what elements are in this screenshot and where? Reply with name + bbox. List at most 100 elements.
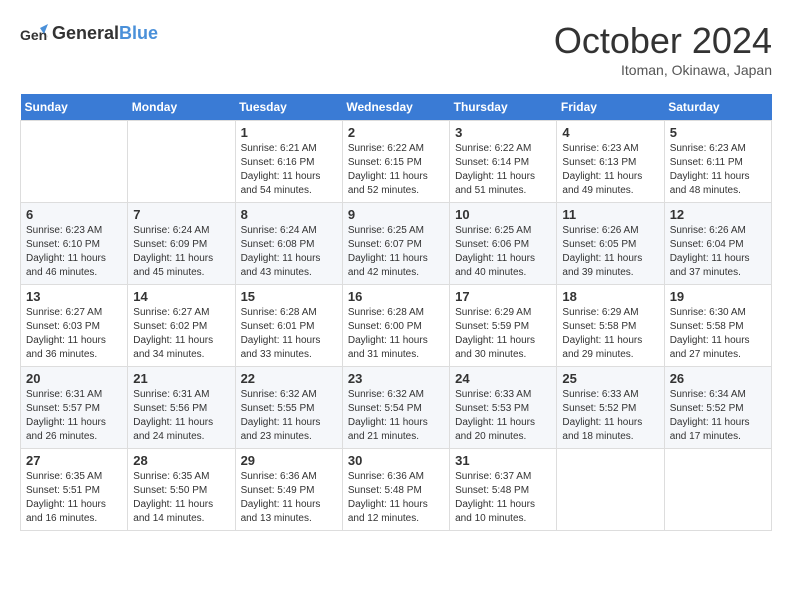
calendar-day-13: 13 Sunrise: 6:27 AM Sunset: 6:03 PM Dayli… (21, 285, 128, 367)
day-info: Sunrise: 6:37 AM Sunset: 5:48 PM Dayligh… (455, 470, 551, 526)
day-number: 11 (562, 207, 658, 222)
calendar-day-18: 18 Sunrise: 6:29 AM Sunset: 5:58 PM Dayli… (557, 285, 664, 367)
calendar-day-3: 3 Sunrise: 6:22 AM Sunset: 6:14 PM Daylig… (450, 121, 557, 203)
day-number: 28 (133, 453, 229, 468)
calendar-day-24: 24Sunrise: 6:33 AM Sunset: 5:53 PM Dayli… (450, 367, 557, 449)
calendar-day-17: 17Sunrise: 6:29 AM Sunset: 5:59 PM Dayli… (450, 285, 557, 367)
day-number: 3 (455, 125, 551, 140)
day-info: Sunrise: 6:32 AM Sunset: 5:55 PM Dayligh… (241, 388, 337, 444)
day-info: Sunrise: 6:31 AM Sunset: 5:56 PM Dayligh… (133, 388, 229, 444)
day-info: Sunrise: 6:36 AM Sunset: 5:49 PM Dayligh… (241, 470, 337, 526)
day-number: 12 (670, 207, 766, 222)
weekday-header-wednesday: Wednesday (342, 94, 449, 121)
calendar-day-4: 4 Sunrise: 6:23 AM Sunset: 6:13 PM Daylig… (557, 121, 664, 203)
calendar-week-4: 20 Sunrise: 6:31 AM Sunset: 5:57 PM Dayli… (21, 367, 772, 449)
calendar-day-21: 21Sunrise: 6:31 AM Sunset: 5:56 PM Dayli… (128, 367, 235, 449)
calendar-day-5: 5Sunrise: 6:23 AM Sunset: 6:11 PM Daylig… (664, 121, 771, 203)
day-number: 19 (670, 289, 766, 304)
calendar-day-7: 7 Sunrise: 6:24 AM Sunset: 6:09 PM Daylig… (128, 203, 235, 285)
calendar-day-6: 6 Sunrise: 6:23 AM Sunset: 6:10 PM Daylig… (21, 203, 128, 285)
calendar-table: SundayMondayTuesdayWednesdayThursdayFrid… (20, 94, 772, 531)
day-info: Sunrise: 6:33 AM Sunset: 5:52 PM Dayligh… (562, 388, 658, 444)
calendar-day-19: 19 Sunrise: 6:30 AM Sunset: 5:58 PM Dayli… (664, 285, 771, 367)
calendar-day-empty (21, 121, 128, 203)
day-info: Sunrise: 6:21 AM Sunset: 6:16 PM Dayligh… (241, 142, 337, 198)
day-number: 6 (26, 207, 122, 222)
weekday-header-sunday: Sunday (21, 94, 128, 121)
day-number: 15 (241, 289, 337, 304)
day-number: 14 (133, 289, 229, 304)
day-number: 31 (455, 453, 551, 468)
day-number: 13 (26, 289, 122, 304)
day-info: Sunrise: 6:22 AM Sunset: 6:15 PM Dayligh… (348, 142, 444, 198)
weekday-header-thursday: Thursday (450, 94, 557, 121)
calendar-day-15: 15 Sunrise: 6:28 AM Sunset: 6:01 PM Dayli… (235, 285, 342, 367)
day-number: 29 (241, 453, 337, 468)
calendar-day-26: 26 Sunrise: 6:34 AM Sunset: 5:52 PM Dayli… (664, 367, 771, 449)
calendar-day-29: 29 Sunrise: 6:36 AM Sunset: 5:49 PM Dayli… (235, 449, 342, 531)
weekday-header-row: SundayMondayTuesdayWednesdayThursdayFrid… (21, 94, 772, 121)
calendar-week-3: 13 Sunrise: 6:27 AM Sunset: 6:03 PM Dayli… (21, 285, 772, 367)
day-info: Sunrise: 6:35 AM Sunset: 5:51 PM Dayligh… (26, 470, 122, 526)
calendar-day-10: 10Sunrise: 6:25 AM Sunset: 6:06 PM Dayli… (450, 203, 557, 285)
calendar-day-27: 27 Sunrise: 6:35 AM Sunset: 5:51 PM Dayli… (21, 449, 128, 531)
day-info: Sunrise: 6:30 AM Sunset: 5:58 PM Dayligh… (670, 306, 766, 362)
calendar-day-empty (128, 121, 235, 203)
title-area: October 2024 Itoman, Okinawa, Japan (554, 20, 772, 78)
calendar-day-25: 25 Sunrise: 6:33 AM Sunset: 5:52 PM Dayli… (557, 367, 664, 449)
day-info: Sunrise: 6:23 AM Sunset: 6:13 PM Dayligh… (562, 142, 658, 198)
day-number: 27 (26, 453, 122, 468)
day-info: Sunrise: 6:25 AM Sunset: 6:07 PM Dayligh… (348, 224, 444, 280)
calendar-day-30: 30 Sunrise: 6:36 AM Sunset: 5:48 PM Dayli… (342, 449, 449, 531)
day-number: 25 (562, 371, 658, 386)
day-info: Sunrise: 6:23 AM Sunset: 6:10 PM Dayligh… (26, 224, 122, 280)
weekday-header-saturday: Saturday (664, 94, 771, 121)
logo-text: GeneralBlue (52, 24, 158, 44)
day-number: 7 (133, 207, 229, 222)
calendar-day-22: 22Sunrise: 6:32 AM Sunset: 5:55 PM Dayli… (235, 367, 342, 449)
day-number: 9 (348, 207, 444, 222)
day-info: Sunrise: 6:29 AM Sunset: 5:58 PM Dayligh… (562, 306, 658, 362)
calendar-week-2: 6 Sunrise: 6:23 AM Sunset: 6:10 PM Daylig… (21, 203, 772, 285)
logo-icon: General (20, 20, 48, 48)
calendar-day-empty (664, 449, 771, 531)
day-number: 8 (241, 207, 337, 222)
day-number: 17 (455, 289, 551, 304)
location: Itoman, Okinawa, Japan (554, 62, 772, 78)
day-info: Sunrise: 6:31 AM Sunset: 5:57 PM Dayligh… (26, 388, 122, 444)
day-info: Sunrise: 6:34 AM Sunset: 5:52 PM Dayligh… (670, 388, 766, 444)
weekday-header-monday: Monday (128, 94, 235, 121)
day-info: Sunrise: 6:26 AM Sunset: 6:04 PM Dayligh… (670, 224, 766, 280)
day-info: Sunrise: 6:22 AM Sunset: 6:14 PM Dayligh… (455, 142, 551, 198)
day-number: 1 (241, 125, 337, 140)
calendar-day-28: 28 Sunrise: 6:35 AM Sunset: 5:50 PM Dayli… (128, 449, 235, 531)
day-info: Sunrise: 6:24 AM Sunset: 6:09 PM Dayligh… (133, 224, 229, 280)
calendar-week-1: 1 Sunrise: 6:21 AM Sunset: 6:16 PM Daylig… (21, 121, 772, 203)
day-number: 16 (348, 289, 444, 304)
calendar-day-2: 2 Sunrise: 6:22 AM Sunset: 6:15 PM Daylig… (342, 121, 449, 203)
day-info: Sunrise: 6:28 AM Sunset: 6:01 PM Dayligh… (241, 306, 337, 362)
day-info: Sunrise: 6:35 AM Sunset: 5:50 PM Dayligh… (133, 470, 229, 526)
calendar-day-16: 16 Sunrise: 6:28 AM Sunset: 6:00 PM Dayli… (342, 285, 449, 367)
calendar-day-23: 23Sunrise: 6:32 AM Sunset: 5:54 PM Dayli… (342, 367, 449, 449)
calendar-day-31: 31 Sunrise: 6:37 AM Sunset: 5:48 PM Dayli… (450, 449, 557, 531)
day-info: Sunrise: 6:24 AM Sunset: 6:08 PM Dayligh… (241, 224, 337, 280)
page-header: General GeneralBlue October 2024 Itoman,… (20, 20, 772, 78)
calendar-day-1: 1 Sunrise: 6:21 AM Sunset: 6:16 PM Daylig… (235, 121, 342, 203)
day-info: Sunrise: 6:27 AM Sunset: 6:02 PM Dayligh… (133, 306, 229, 362)
day-number: 10 (455, 207, 551, 222)
day-info: Sunrise: 6:28 AM Sunset: 6:00 PM Dayligh… (348, 306, 444, 362)
calendar-day-empty (557, 449, 664, 531)
day-number: 26 (670, 371, 766, 386)
day-info: Sunrise: 6:36 AM Sunset: 5:48 PM Dayligh… (348, 470, 444, 526)
month-title: October 2024 (554, 20, 772, 62)
calendar-week-5: 27 Sunrise: 6:35 AM Sunset: 5:51 PM Dayli… (21, 449, 772, 531)
calendar-day-8: 8 Sunrise: 6:24 AM Sunset: 6:08 PM Daylig… (235, 203, 342, 285)
day-number: 30 (348, 453, 444, 468)
day-number: 20 (26, 371, 122, 386)
day-number: 2 (348, 125, 444, 140)
day-info: Sunrise: 6:27 AM Sunset: 6:03 PM Dayligh… (26, 306, 122, 362)
day-number: 23 (348, 371, 444, 386)
day-number: 4 (562, 125, 658, 140)
day-number: 18 (562, 289, 658, 304)
